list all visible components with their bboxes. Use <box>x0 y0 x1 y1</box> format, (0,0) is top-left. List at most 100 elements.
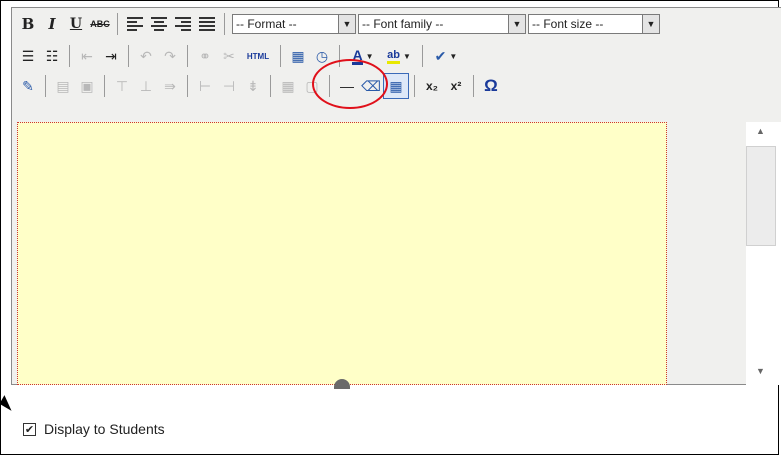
toolbar-row-1: B I U ABC -- Format -- ▼ -- Font family -… <box>16 10 660 38</box>
col-after-icon: ⊣ <box>222 77 236 94</box>
col-before-icon: ⊢ <box>198 77 212 94</box>
spellcheck-button[interactable]: ✔ ▼ <box>428 44 464 68</box>
redo-button[interactable]: ↷ <box>158 44 182 68</box>
toolbar-separator <box>69 45 70 67</box>
table-row-props-button[interactable]: ▤ <box>51 74 75 98</box>
insert-col-after-button[interactable]: ⊣ <box>217 74 241 98</box>
format-select-value: -- Format -- <box>236 17 297 31</box>
table-row-icon: ▤ <box>56 77 70 94</box>
row-after-icon: ⊥ <box>139 77 153 94</box>
scroll-up-icon[interactable]: ▲ <box>756 126 765 136</box>
align-left-button[interactable] <box>123 12 147 36</box>
font-family-select-value: -- Font family -- <box>362 17 444 31</box>
delete-col-icon: ⇟ <box>247 77 259 94</box>
display-to-students-checkbox[interactable]: ✔ <box>23 422 36 436</box>
table-cell-icon: ▣ <box>80 77 94 94</box>
font-size-select[interactable]: -- Font size -- ▼ <box>528 14 660 34</box>
unlink-icon: ✂ <box>223 47 235 64</box>
split-cells-icon: ▦ <box>281 77 295 94</box>
chevron-down-icon: ▼ <box>402 51 411 61</box>
font-family-select[interactable]: -- Font family -- ▼ <box>358 14 526 34</box>
underline-button[interactable]: U <box>64 12 88 36</box>
bold-button[interactable]: B <box>16 12 40 36</box>
highlight-color-button[interactable]: ab ▼ <box>381 44 417 68</box>
chevron-down-icon: ▼ <box>449 51 458 61</box>
insert-link-button[interactable]: ⚭ <box>193 44 217 68</box>
toolbar-row-2: ☰ ☷ ⇤ ⇥ ↶ ↷ ⚭ ✂ HTML ▦ ◷ A ▼ ab ▼ ✔ ▼ <box>16 42 464 70</box>
rich-text-editor: B I U ABC -- Format -- ▼ -- Font family -… <box>11 7 781 389</box>
align-justify-icon <box>199 17 215 31</box>
subscript-button[interactable]: x₂ <box>420 74 444 98</box>
align-center-button[interactable] <box>147 12 171 36</box>
toolbar-separator <box>270 75 271 97</box>
align-right-icon <box>175 17 191 31</box>
edit-css-button[interactable]: ✎ <box>16 74 40 98</box>
bullet-list-button[interactable]: ☰ <box>16 44 40 68</box>
display-to-students-label: Display to Students <box>44 421 165 437</box>
align-right-button[interactable] <box>171 12 195 36</box>
chevron-down-icon: ▼ <box>508 15 525 33</box>
toolbar-separator <box>187 75 188 97</box>
toolbar-separator <box>414 75 415 97</box>
outdent-button[interactable]: ⇤ <box>75 44 99 68</box>
toolbar-separator <box>128 45 129 67</box>
delete-row-icon: ⇛ <box>164 77 176 94</box>
editor-content-area[interactable] <box>17 122 667 385</box>
toolbar-separator <box>104 75 105 97</box>
editor-scrollbar[interactable]: ▲ ▼ <box>746 122 781 385</box>
spellcheck-icon: ✔ <box>434 47 447 64</box>
toolbar-separator <box>473 75 474 97</box>
undo-icon: ↶ <box>140 47 152 64</box>
indent-button[interactable]: ⇥ <box>99 44 123 68</box>
toolbar-separator <box>187 45 188 67</box>
link-icon: ⚭ <box>199 47 211 64</box>
strikethrough-button[interactable]: ABC <box>88 12 112 36</box>
align-justify-button[interactable] <box>195 12 219 36</box>
undo-button[interactable]: ↶ <box>134 44 158 68</box>
font-size-select-value: -- Font size -- <box>532 17 604 31</box>
highlight-icon: ab <box>387 49 400 64</box>
special-character-button[interactable]: Ω <box>479 74 503 98</box>
chevron-down-icon: ▼ <box>338 15 355 33</box>
edit-icon: ✎ <box>22 77 34 94</box>
insert-row-after-button[interactable]: ⊥ <box>134 74 158 98</box>
toolbar-separator <box>422 45 423 67</box>
superscript-button[interactable]: x² <box>444 74 468 98</box>
align-left-icon <box>127 17 143 31</box>
screenshot-frame: B I U ABC -- Format -- ▼ -- Font family -… <box>0 0 781 455</box>
highlight-annotation-circle <box>312 59 388 109</box>
outdent-icon: ⇤ <box>81 47 93 64</box>
format-select[interactable]: -- Format -- ▼ <box>232 14 356 34</box>
toolbar-separator <box>224 13 225 35</box>
clock-icon: ◷ <box>315 47 329 64</box>
toolbar-separator <box>117 13 118 35</box>
split-cells-button[interactable]: ▦ <box>276 74 300 98</box>
italic-button[interactable]: I <box>40 12 64 36</box>
scroll-down-icon[interactable]: ▼ <box>756 366 765 376</box>
chevron-down-icon: ▼ <box>365 51 374 61</box>
table-icon: ▦ <box>389 77 403 94</box>
resize-handle-icon[interactable] <box>334 379 350 389</box>
toolbar-row-3: ✎ ▤ ▣ ⊤ ⊥ ⇛ ⊢ ⊣ ⇟ ▦ ▢ — ⌫ ▦ x₂ x² Ω <box>16 72 503 100</box>
table-cell-props-button[interactable]: ▣ <box>75 74 99 98</box>
align-center-icon <box>151 17 167 31</box>
indent-icon: ⇥ <box>105 47 117 64</box>
chevron-down-icon: ▼ <box>642 15 659 33</box>
toolbar-separator <box>45 75 46 97</box>
unlink-button[interactable]: ✂ <box>217 44 241 68</box>
calendar-icon: ▦ <box>291 47 305 64</box>
insert-col-before-button[interactable]: ⊢ <box>193 74 217 98</box>
insert-date-button[interactable]: ▦ <box>286 44 310 68</box>
bullet-list-icon: ☰ <box>21 47 35 64</box>
row-before-icon: ⊤ <box>115 77 129 94</box>
numbered-list-icon: ☷ <box>45 47 59 64</box>
insert-row-before-button[interactable]: ⊤ <box>110 74 134 98</box>
numbered-list-button[interactable]: ☷ <box>40 44 64 68</box>
delete-row-button[interactable]: ⇛ <box>158 74 182 98</box>
delete-col-button[interactable]: ⇟ <box>241 74 265 98</box>
pointer-arrow-icon <box>0 395 17 411</box>
toolbar-separator <box>280 45 281 67</box>
display-to-students-row[interactable]: ✔ Display to Students <box>23 421 165 437</box>
html-source-button[interactable]: HTML <box>241 44 275 68</box>
scrollbar-thumb[interactable] <box>746 146 776 246</box>
